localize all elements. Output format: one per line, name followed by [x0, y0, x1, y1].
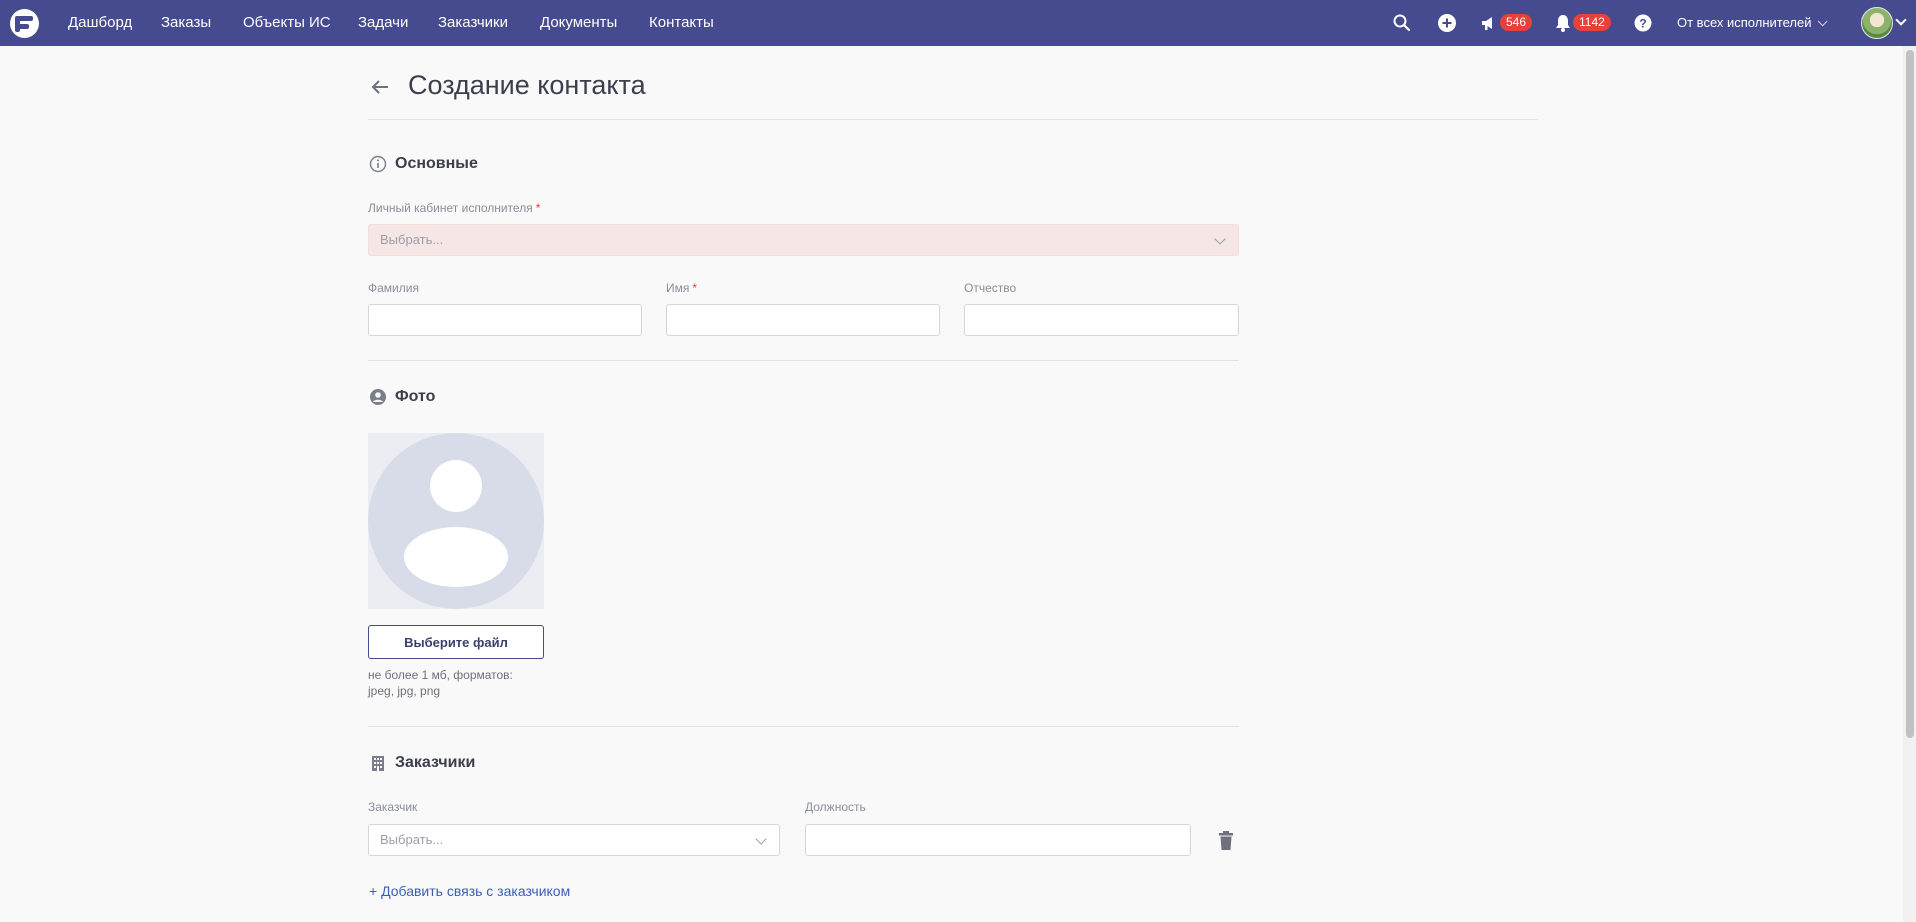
svg-text:?: ? — [1639, 17, 1646, 31]
performer-filter-dropdown[interactable]: От всех исполнителей — [1677, 15, 1824, 30]
megaphone-icon[interactable] — [1479, 12, 1501, 34]
position-field[interactable] — [805, 824, 1191, 856]
customer-select-placeholder: Выбрать... — [380, 832, 443, 847]
section-title-photo: Фото — [395, 388, 435, 406]
info-icon — [369, 155, 387, 173]
lastname-label: Фамилия — [368, 281, 419, 295]
trash-icon[interactable] — [1217, 831, 1235, 851]
nav-item-ip-objects[interactable]: Объекты ИС — [243, 14, 331, 31]
nav-item-dashboard[interactable]: Дашборд — [68, 14, 132, 31]
chevron-down-icon — [1214, 233, 1225, 244]
lastname-field[interactable] — [368, 304, 642, 336]
avatar[interactable] — [1861, 7, 1893, 39]
add-circle-icon[interactable] — [1436, 12, 1458, 34]
section-title-customers: Заказчики — [395, 754, 475, 772]
customer-select[interactable]: Выбрать... — [368, 824, 780, 856]
app-logo[interactable] — [10, 9, 39, 38]
cabinet-select-placeholder: Выбрать... — [380, 232, 443, 247]
nav-item-customers[interactable]: Заказчики — [438, 14, 508, 31]
firstname-field[interactable] — [666, 304, 940, 336]
required-mark: * — [692, 281, 697, 295]
bell-icon[interactable] — [1552, 12, 1574, 34]
cabinet-select[interactable]: Выбрать... — [368, 224, 1239, 256]
section-divider — [368, 360, 1239, 361]
section-divider — [368, 726, 1239, 727]
nav-item-contacts[interactable]: Контакты — [649, 14, 714, 31]
add-customer-link[interactable]: + Добавить связь с заказчиком — [369, 883, 570, 899]
nav-item-documents[interactable]: Документы — [540, 14, 617, 31]
section-title-main: Основные — [395, 155, 478, 173]
notifications-badge: 1142 — [1573, 14, 1611, 31]
help-icon[interactable]: ? — [1632, 12, 1654, 34]
user-circle-icon — [369, 388, 387, 406]
required-mark: * — [536, 201, 541, 215]
photo-placeholder — [368, 433, 544, 609]
choose-file-button[interactable]: Выберите файл — [368, 625, 544, 659]
top-navbar: Дашборд Заказы Объекты ИС Задачи Заказчи… — [0, 0, 1916, 46]
header-divider — [368, 119, 1538, 120]
chevron-down-icon[interactable] — [1895, 14, 1906, 25]
building-icon — [369, 754, 387, 772]
customer-label: Заказчик — [368, 800, 417, 814]
patronymic-label: Отчество — [964, 281, 1016, 295]
cabinet-label: Личный кабинет исполнителя* — [368, 201, 540, 215]
photo-format-hint: не более 1 мб, форматов: jpeg, jpg, png — [368, 667, 548, 699]
back-arrow-icon[interactable] — [368, 75, 394, 99]
search-icon[interactable] — [1391, 12, 1413, 34]
nav-item-orders[interactable]: Заказы — [161, 14, 211, 31]
chevron-down-icon — [755, 833, 766, 844]
scrollbar-thumb[interactable] — [1906, 50, 1914, 738]
announcements-badge: 546 — [1500, 14, 1532, 31]
firstname-label: Имя* — [666, 281, 697, 295]
chevron-down-icon — [1818, 16, 1828, 26]
position-label: Должность — [805, 800, 866, 814]
patronymic-field[interactable] — [964, 304, 1239, 336]
performer-filter-label: От всех исполнителей — [1677, 15, 1811, 30]
page-title: Создание контакта — [408, 70, 646, 101]
nav-item-tasks[interactable]: Задачи — [358, 14, 408, 31]
